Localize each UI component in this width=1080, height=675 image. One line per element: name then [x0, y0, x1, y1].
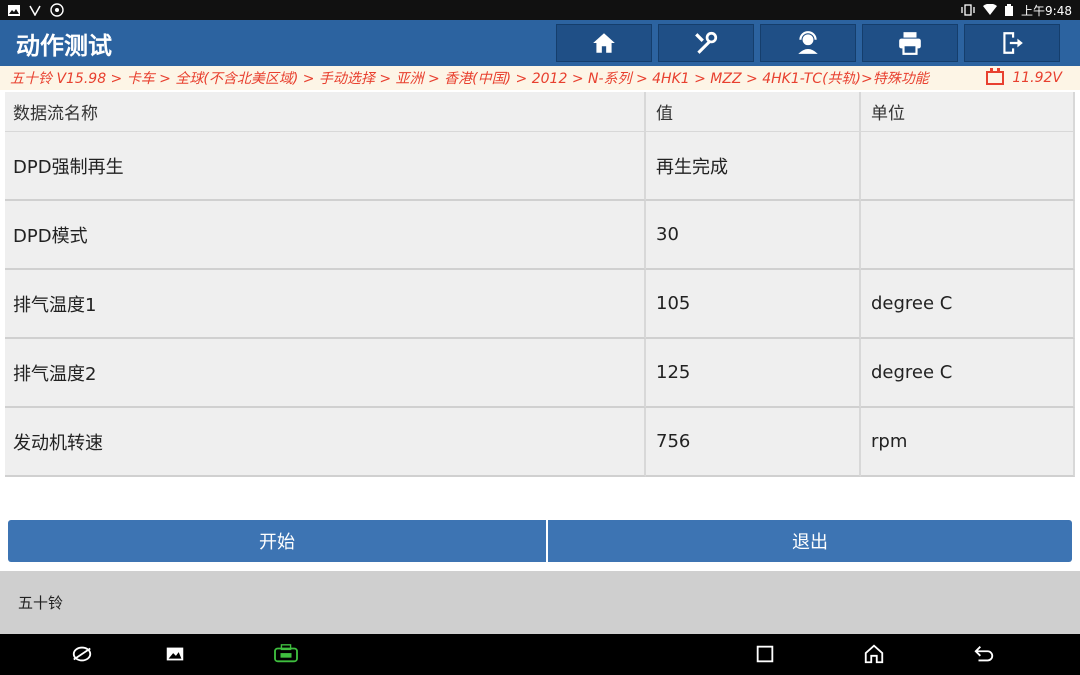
battery-status-icon	[1005, 4, 1014, 16]
row-name: 排气温度1	[5, 270, 646, 339]
wifi-icon	[983, 4, 998, 15]
footer-brand: 五十铃	[18, 594, 64, 612]
vibrate-icon	[961, 4, 975, 16]
row-unit	[861, 201, 1075, 270]
breadcrumb: 五十铃 V15.98 > 卡车 > 全球(不含北美区域) > 手动选择 > 亚洲…	[0, 66, 1080, 90]
vci-nav-button[interactable]	[272, 642, 300, 666]
back-icon	[974, 646, 994, 662]
row-name: DPD模式	[5, 201, 646, 270]
home-button[interactable]	[556, 24, 652, 62]
table-header-row: 数据流名称 值 单位	[5, 92, 1075, 132]
gallery-notification-icon	[8, 4, 20, 16]
row-name: DPD强制再生	[5, 132, 646, 201]
row-unit: degree C	[861, 339, 1075, 408]
table-row[interactable]: 排气温度1 105 degree C	[5, 270, 1075, 339]
back-button[interactable]	[972, 642, 996, 666]
status-right: 上午9:48	[961, 2, 1072, 19]
header-name: 数据流名称	[5, 92, 646, 132]
toolbar	[556, 24, 1080, 62]
gallery-nav-button[interactable]	[163, 642, 187, 666]
breadcrumb-path: 五十铃 V15.98 > 卡车 > 全球(不含北美区域) > 手动选择 > 亚洲…	[10, 71, 929, 87]
action-button-bar: 开始 退出	[8, 520, 1072, 562]
app-header: 动作测试	[0, 20, 1080, 66]
header-value: 值	[646, 92, 861, 132]
row-name: 发动机转速	[5, 408, 646, 477]
table-row[interactable]: DPD强制再生 再生完成	[5, 132, 1075, 201]
status-bar: 上午9:48	[0, 0, 1080, 20]
header-unit: 单位	[861, 92, 1075, 132]
voltage-value: 11.92V	[1012, 70, 1062, 86]
table-row[interactable]: DPD模式 30	[5, 201, 1075, 270]
row-value: 30	[646, 201, 861, 270]
status-left	[8, 3, 64, 17]
page-title: 动作测试	[16, 31, 112, 60]
android-home-icon	[864, 644, 884, 664]
browser-icon	[72, 646, 92, 662]
row-name: 排气温度2	[5, 339, 646, 408]
bug-notification-icon	[50, 3, 64, 17]
clock: 上午9:48	[1021, 3, 1072, 18]
row-unit: degree C	[861, 270, 1075, 339]
row-unit	[861, 132, 1075, 201]
android-home-button[interactable]	[862, 642, 886, 666]
support-icon	[798, 31, 818, 54]
usb-notification-icon	[29, 5, 41, 16]
start-button[interactable]: 开始	[8, 520, 548, 562]
row-value: 756	[646, 408, 861, 477]
diagnose-button[interactable]	[658, 24, 754, 62]
recents-icon	[756, 645, 774, 663]
row-value: 再生完成	[646, 132, 861, 201]
exit-button[interactable]: 退出	[548, 520, 1072, 562]
footer-bar: 五十铃	[0, 571, 1080, 634]
exit-app-button[interactable]	[964, 24, 1060, 62]
recents-button[interactable]	[753, 642, 777, 666]
vci-icon	[274, 644, 298, 663]
data-stream-table: 数据流名称 值 单位 DPD强制再生 再生完成 DPD模式 30 排气温度1 1…	[5, 92, 1075, 477]
home-icon	[593, 33, 615, 53]
row-value: 125	[646, 339, 861, 408]
voltage-indicator: 11.92V	[986, 68, 1070, 86]
table-row[interactable]: 发动机转速 756 rpm	[5, 408, 1075, 477]
row-unit: rpm	[861, 408, 1075, 477]
support-button[interactable]	[760, 24, 856, 62]
battery-icon	[986, 68, 1005, 85]
print-button[interactable]	[862, 24, 958, 62]
table-row[interactable]: 排气温度2 125 degree C	[5, 339, 1075, 408]
row-value: 105	[646, 270, 861, 339]
gallery-icon	[166, 647, 184, 661]
exit-icon	[1003, 32, 1023, 54]
diagnose-icon	[695, 31, 718, 54]
print-icon	[899, 32, 921, 55]
system-nav-bar	[0, 634, 1080, 675]
browser-nav-button[interactable]	[70, 642, 94, 666]
